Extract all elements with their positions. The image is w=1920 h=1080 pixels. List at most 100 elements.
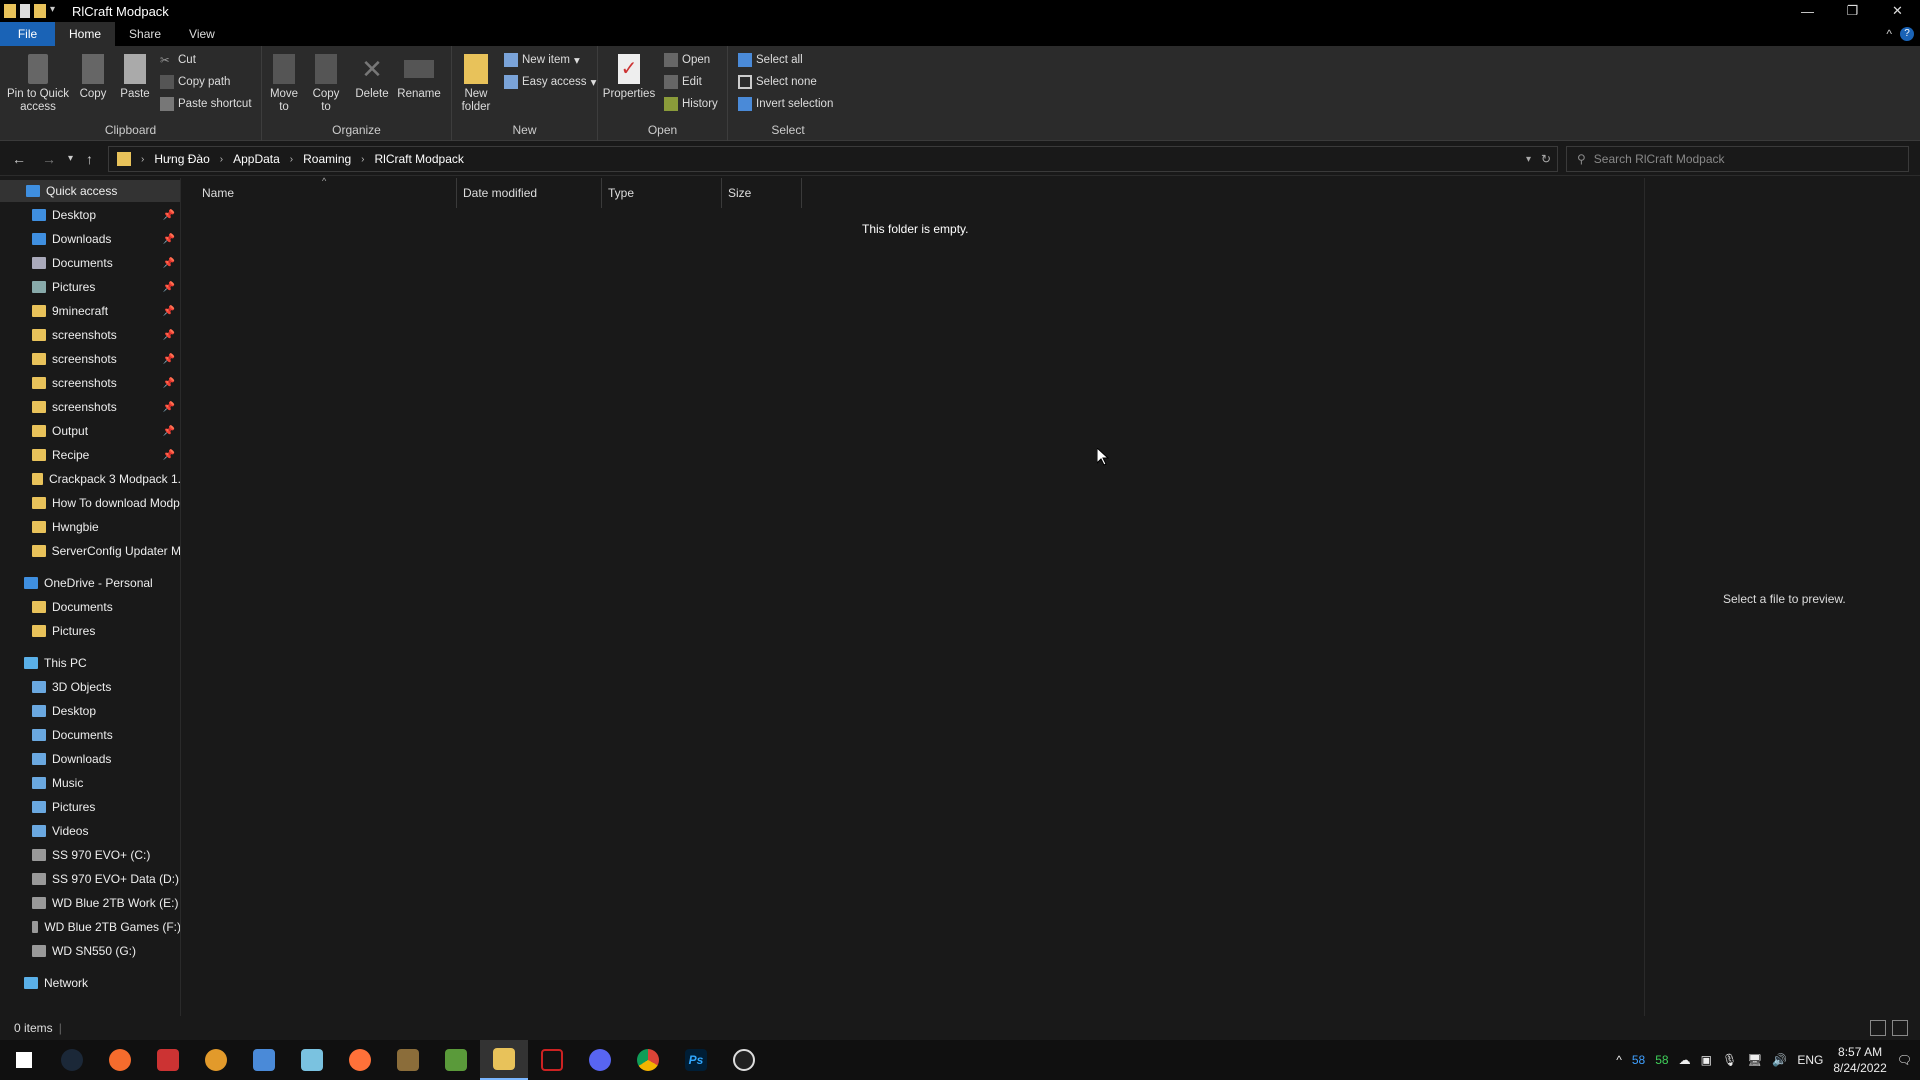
- properties-icon[interactable]: [20, 4, 30, 18]
- paste-button[interactable]: Paste: [120, 54, 150, 101]
- chevron-up-icon[interactable]: ^: [1616, 1053, 1622, 1067]
- invert-selection-button[interactable]: Invert selection: [738, 95, 833, 113]
- large-icons-view-icon[interactable]: [1892, 1020, 1908, 1036]
- paste-shortcut-button[interactable]: Paste shortcut: [160, 95, 252, 113]
- customize-chevron-icon[interactable]: ▾: [50, 4, 62, 18]
- taskbar-app[interactable]: [528, 1040, 576, 1080]
- nav-pc-item[interactable]: SS 970 EVO+ (C:): [0, 844, 180, 866]
- nav-quick-item[interactable]: Pictures 📌: [0, 276, 180, 298]
- nav-pc-item[interactable]: WD Blue 2TB Games (F:): [0, 916, 180, 938]
- taskbar-app[interactable]: [576, 1040, 624, 1080]
- column-date-modified[interactable]: Date modified: [457, 178, 602, 208]
- nav-quick-item[interactable]: How To download Modp: [0, 492, 180, 514]
- column-type[interactable]: Type: [602, 178, 722, 208]
- tab-share[interactable]: Share: [115, 22, 175, 46]
- nav-quick-item[interactable]: screenshots 📌: [0, 348, 180, 370]
- breadcrumb-item[interactable]: RlCraft Modpack: [375, 152, 464, 166]
- taskbar-app[interactable]: [192, 1040, 240, 1080]
- volume-icon[interactable]: 🔊: [1772, 1053, 1787, 1067]
- taskbar-app[interactable]: Ps: [672, 1040, 720, 1080]
- refresh-icon[interactable]: ↻: [1541, 152, 1551, 166]
- nav-pc-item[interactable]: Downloads: [0, 748, 180, 770]
- nav-pc-item[interactable]: WD Blue 2TB Work (E:): [0, 892, 180, 914]
- select-all-button[interactable]: Select all: [738, 51, 803, 69]
- nav-quick-item[interactable]: 9minecraft 📌: [0, 300, 180, 322]
- nav-quick-item[interactable]: ServerConfig Updater M: [0, 540, 180, 562]
- history-button[interactable]: History: [664, 95, 718, 113]
- taskbar-app[interactable]: [288, 1040, 336, 1080]
- taskbar-app[interactable]: [432, 1040, 480, 1080]
- onedrive-icon[interactable]: ☁: [1679, 1053, 1691, 1067]
- edit-button[interactable]: Edit: [664, 73, 702, 91]
- taskbar-app[interactable]: [48, 1040, 96, 1080]
- nav-network[interactable]: Network: [0, 972, 180, 994]
- nav-pc-item[interactable]: Documents: [0, 724, 180, 746]
- new-folder-button[interactable]: New folder: [456, 54, 496, 114]
- nav-quick-item[interactable]: Crackpack 3 Modpack 1.: [0, 468, 180, 490]
- rename-button[interactable]: Rename: [396, 54, 442, 101]
- breadcrumb-item[interactable]: Roaming: [303, 152, 351, 166]
- taskbar-app[interactable]: [96, 1040, 144, 1080]
- taskbar-app[interactable]: [144, 1040, 192, 1080]
- nav-pc-item[interactable]: Pictures: [0, 796, 180, 818]
- open-button[interactable]: Open: [664, 51, 710, 69]
- search-input[interactable]: ⚲ Search RlCraft Modpack: [1566, 146, 1909, 172]
- forward-arrow-icon[interactable]: →: [42, 151, 56, 167]
- delete-button[interactable]: ✕ Delete: [354, 54, 390, 101]
- taskbar-app[interactable]: [720, 1040, 768, 1080]
- taskbar-app[interactable]: [384, 1040, 432, 1080]
- tray-app-icon[interactable]: ▣: [1701, 1053, 1712, 1067]
- collapse-ribbon-icon[interactable]: ^: [1886, 27, 1892, 41]
- select-none-button[interactable]: Select none: [738, 73, 817, 91]
- taskbar-app-file-explorer[interactable]: [480, 1040, 528, 1080]
- column-name[interactable]: Name: [182, 178, 457, 208]
- copy-button[interactable]: Copy: [78, 54, 108, 101]
- address-bar[interactable]: › Hưng Đào › AppData › Roaming › RlCraft…: [108, 146, 1558, 172]
- minimize-button[interactable]: —: [1785, 0, 1830, 22]
- taskbar-app[interactable]: [336, 1040, 384, 1080]
- language-indicator[interactable]: ENG: [1797, 1053, 1823, 1067]
- tab-home[interactable]: Home: [55, 22, 116, 46]
- nav-quick-item[interactable]: Hwngbie: [0, 516, 180, 538]
- nav-onedrive-item[interactable]: Pictures: [0, 620, 180, 642]
- cut-button[interactable]: ✂ Cut: [160, 51, 196, 69]
- nav-pc-item[interactable]: SS 970 EVO+ Data (D:): [0, 868, 180, 890]
- taskbar-app[interactable]: [624, 1040, 672, 1080]
- nav-quick-item[interactable]: Output 📌: [0, 420, 180, 442]
- nav-quick-access[interactable]: Quick access: [0, 180, 180, 202]
- nav-pc-item[interactable]: WD SN550 (G:): [0, 940, 180, 962]
- move-to-button[interactable]: Move to: [266, 54, 302, 114]
- nav-pc-item[interactable]: Music: [0, 772, 180, 794]
- nav-quick-item[interactable]: screenshots 📌: [0, 372, 180, 394]
- properties-button[interactable]: ✓ Properties: [602, 54, 656, 101]
- tab-file[interactable]: File: [0, 22, 55, 46]
- easy-access-button[interactable]: Easy access ▾: [504, 73, 596, 91]
- pin-quick-access-button[interactable]: Pin to Quick access: [6, 54, 70, 114]
- help-icon[interactable]: ?: [1900, 27, 1914, 41]
- back-arrow-icon[interactable]: ←: [12, 151, 26, 167]
- new-item-button[interactable]: New item ▾: [504, 51, 580, 69]
- tab-view[interactable]: View: [175, 22, 229, 46]
- column-size[interactable]: Size: [722, 178, 802, 208]
- nav-quick-item[interactable]: screenshots 📌: [0, 324, 180, 346]
- nav-onedrive-item[interactable]: Documents: [0, 596, 180, 618]
- nav-this-pc[interactable]: This PC: [0, 652, 180, 674]
- nav-onedrive[interactable]: OneDrive - Personal: [0, 572, 180, 594]
- nav-pc-item[interactable]: Desktop: [0, 700, 180, 722]
- nav-pc-item[interactable]: Videos: [0, 820, 180, 842]
- start-button[interactable]: [0, 1040, 48, 1080]
- clock[interactable]: 8:57 AM 8/24/2022: [1833, 1044, 1886, 1076]
- microphone-icon[interactable]: 🎙: [1722, 1053, 1737, 1067]
- address-dropdown-icon[interactable]: ▾: [1526, 154, 1531, 165]
- network-icon[interactable]: 🖥: [1747, 1053, 1762, 1067]
- nav-quick-item[interactable]: Downloads 📌: [0, 228, 180, 250]
- nav-quick-item[interactable]: Documents 📌: [0, 252, 180, 274]
- new-folder-icon[interactable]: [34, 4, 46, 18]
- details-view-icon[interactable]: [1870, 1020, 1886, 1036]
- nav-quick-item[interactable]: Desktop 📌: [0, 204, 180, 226]
- close-button[interactable]: ✕: [1875, 0, 1920, 22]
- nav-quick-item[interactable]: Recipe 📌: [0, 444, 180, 466]
- nav-quick-item[interactable]: screenshots 📌: [0, 396, 180, 418]
- notification-icon[interactable]: 🗨: [1897, 1053, 1912, 1067]
- copy-path-button[interactable]: Copy path: [160, 73, 230, 91]
